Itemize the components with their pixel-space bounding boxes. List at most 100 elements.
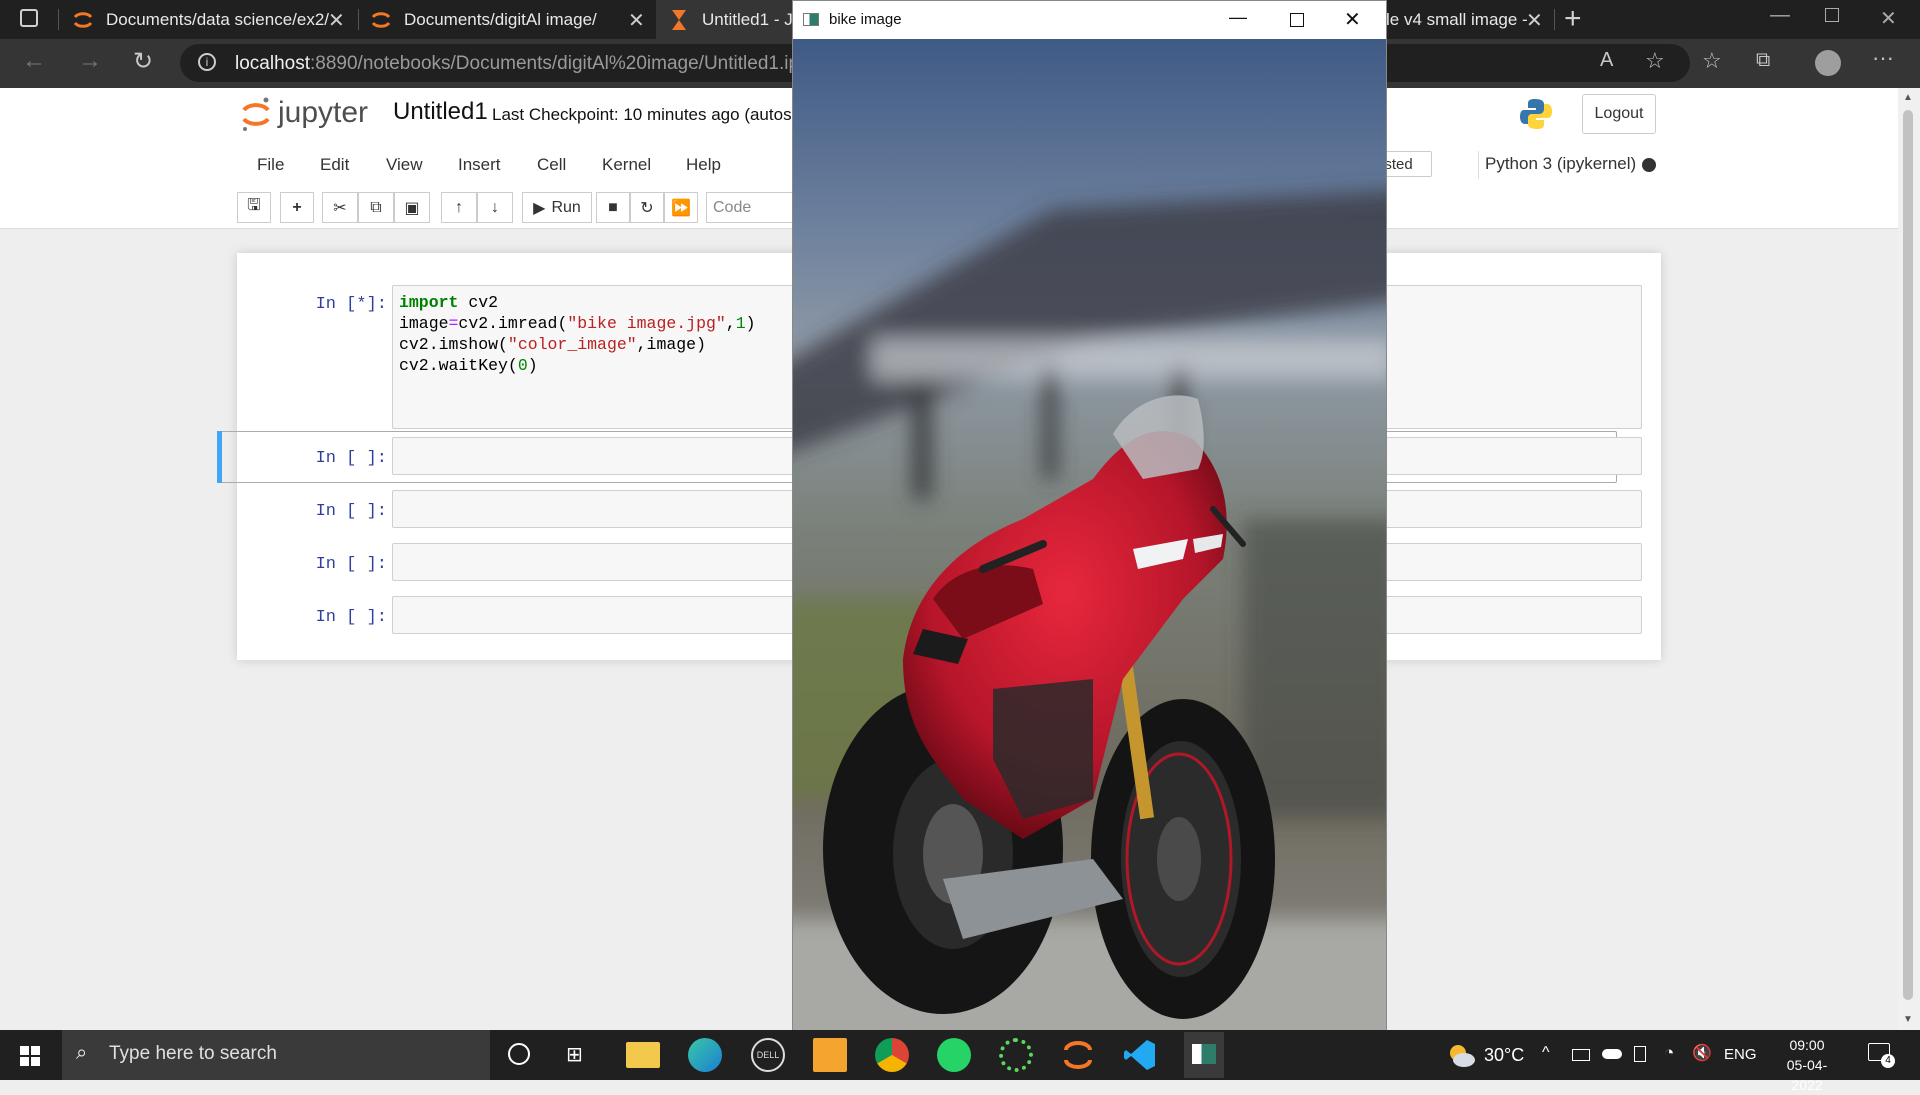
forward-icon[interactable]: →	[78, 47, 102, 75]
close-tab-icon[interactable]: ✕	[628, 8, 645, 33]
cell-prompt: In [ ]:	[315, 449, 387, 468]
scroll-down-icon[interactable]: ▼	[1903, 1014, 1913, 1025]
logout-button[interactable]: Logout	[1582, 94, 1656, 134]
bike-photo	[793, 39, 1386, 1031]
kernel-name[interactable]: Python 3 (ipykernel)	[1485, 154, 1636, 174]
clock[interactable]: 09:00 05-04-2022	[1772, 1035, 1842, 1095]
menu-file[interactable]: File	[257, 155, 284, 175]
close-tab-icon[interactable]: ✕	[1526, 8, 1543, 33]
tab-digital-image[interactable]: Documents/digitAl image/ ✕	[358, 0, 656, 39]
menu-insert[interactable]: Insert	[458, 155, 501, 175]
tab-label: Documents/digitAl image/	[404, 10, 597, 29]
fast-forward-icon: ⏩	[671, 199, 691, 217]
device-icon[interactable]	[1634, 1046, 1646, 1062]
move-up-button[interactable]: ↑	[441, 192, 477, 223]
close-tab-icon[interactable]: ✕	[328, 8, 345, 33]
onedrive-icon[interactable]	[1602, 1049, 1622, 1059]
maximize-icon[interactable]	[1290, 13, 1304, 27]
app-f-icon[interactable]	[813, 1038, 847, 1072]
menu-help[interactable]: Help	[686, 155, 721, 175]
interrupt-button[interactable]: ■	[596, 192, 630, 223]
restart-button[interactable]: ↻	[630, 192, 664, 223]
profile-avatar[interactable]	[1815, 50, 1841, 76]
run-button[interactable]: ▶ Run	[522, 192, 592, 223]
jupyter-taskbar-icon[interactable]	[1061, 1038, 1095, 1072]
vscode-icon[interactable]	[1123, 1038, 1157, 1072]
save-button[interactable]: 🖫	[237, 192, 271, 223]
scroll-up-icon[interactable]: ▲	[1903, 92, 1913, 103]
language-indicator[interactable]: ENG	[1724, 1046, 1757, 1063]
cut-button[interactable]: ✂	[322, 192, 358, 223]
weather-icon	[1450, 1045, 1475, 1067]
window-app-icon	[803, 13, 819, 26]
opencv-image-window[interactable]: bike image — ✕	[792, 0, 1387, 1032]
notebook-title[interactable]: Untitled1	[393, 98, 488, 126]
menu-kernel[interactable]: Kernel	[602, 155, 651, 175]
read-aloud-icon[interactable]: A	[1600, 49, 1613, 72]
restart-icon: ↻	[640, 199, 654, 217]
dell-icon[interactable]: DELL	[751, 1038, 785, 1072]
more-icon[interactable]: ···	[1872, 45, 1894, 71]
jupyter-logo-icon[interactable]	[240, 96, 272, 132]
jupyter-tab-icon	[73, 12, 93, 28]
chrome-icon[interactable]	[875, 1038, 909, 1072]
windows-start-icon[interactable]	[20, 1046, 40, 1066]
tab-v4-small-image[interactable]: le v4 small image - ✕	[1386, 0, 1554, 39]
tab-data-science[interactable]: Documents/data science/ex2/ ✕	[60, 0, 358, 39]
jupyter-logo-text[interactable]: jupyter	[278, 96, 368, 130]
chevron-up-icon[interactable]: ^	[1542, 1044, 1550, 1062]
volume-muted-icon[interactable]: 🔇	[1692, 1043, 1712, 1063]
stop-icon: ■	[608, 198, 618, 216]
checkpoint-status: Last Checkpoint: 10 minutes ago (autosa	[492, 105, 802, 124]
wifi-icon[interactable]: ◔	[1664, 1043, 1674, 1063]
close-window-icon[interactable]: ✕	[1880, 6, 1897, 31]
info-icon[interactable]: i	[198, 53, 216, 71]
collections-icon[interactable]: ⧉	[1756, 49, 1770, 72]
refresh-icon[interactable]: ↻	[133, 47, 153, 76]
play-icon: ▶	[533, 199, 546, 217]
tab-untitled1-active[interactable]: Untitled1 - Ju	[656, 0, 802, 39]
file-explorer-icon[interactable]	[626, 1042, 660, 1068]
search-icon: ⌕	[76, 1042, 88, 1064]
jupyter-tab-icon	[371, 12, 391, 28]
restart-run-all-button[interactable]: ⏩	[664, 192, 698, 223]
menu-edit[interactable]: Edit	[320, 155, 349, 175]
clock-date: 05-04-2022	[1786, 1057, 1828, 1093]
whatsapp-icon[interactable]	[937, 1038, 971, 1072]
minimize-icon[interactable]: —	[1229, 7, 1247, 28]
clock-time: 09:00	[1789, 1037, 1825, 1053]
scrollbar-thumb[interactable]	[1903, 110, 1913, 1000]
minimize-icon[interactable]: —	[1770, 4, 1790, 27]
loading-app-icon[interactable]	[999, 1038, 1033, 1072]
close-icon[interactable]: ✕	[1344, 7, 1361, 32]
edge-icon[interactable]	[688, 1038, 722, 1072]
taskbar-search-box[interactable]: ⌕ Type here to search	[62, 1030, 490, 1080]
favorites-icon[interactable]: ☆	[1702, 48, 1722, 74]
task-view-icon[interactable]: ⊞	[566, 1042, 583, 1067]
menu-cell[interactable]: Cell	[537, 155, 566, 175]
insert-cell-button[interactable]: +	[280, 192, 314, 223]
move-down-button[interactable]: ↓	[477, 192, 513, 223]
menu-view[interactable]: View	[386, 155, 423, 175]
favorite-add-icon[interactable]: ☆	[1645, 48, 1665, 74]
selected-cell-indicator	[217, 431, 222, 483]
paste-button[interactable]: ▣	[394, 192, 430, 223]
restore-icon[interactable]	[1825, 8, 1839, 22]
cell-prompt: In [ ]:	[315, 555, 387, 574]
tab-actions-icon[interactable]	[20, 9, 38, 27]
battery-icon[interactable]	[1572, 1049, 1590, 1061]
weather-temp[interactable]: 30°C	[1484, 1045, 1524, 1066]
arrow-up-icon: ↑	[455, 198, 463, 216]
window-titlebar[interactable]: bike image — ✕	[793, 1, 1386, 39]
tab-label: Untitled1 - Ju	[702, 10, 803, 29]
new-tab-button[interactable]: +	[1564, 2, 1582, 36]
back-icon[interactable]: ←	[22, 47, 46, 75]
page-scrollbar[interactable]: ▲ ▼	[1898, 88, 1920, 1030]
cell-type-select[interactable]: Code	[706, 192, 796, 223]
copy-button[interactable]: ⧉	[358, 192, 394, 223]
opencv-window-taskbar-icon[interactable]	[1184, 1032, 1224, 1078]
window-app-icon	[1192, 1044, 1216, 1064]
code-text: import cv2 image=cv2.imread("bike image.…	[399, 293, 756, 375]
kernel-busy-indicator	[1642, 158, 1656, 172]
cortana-icon[interactable]	[508, 1043, 530, 1065]
